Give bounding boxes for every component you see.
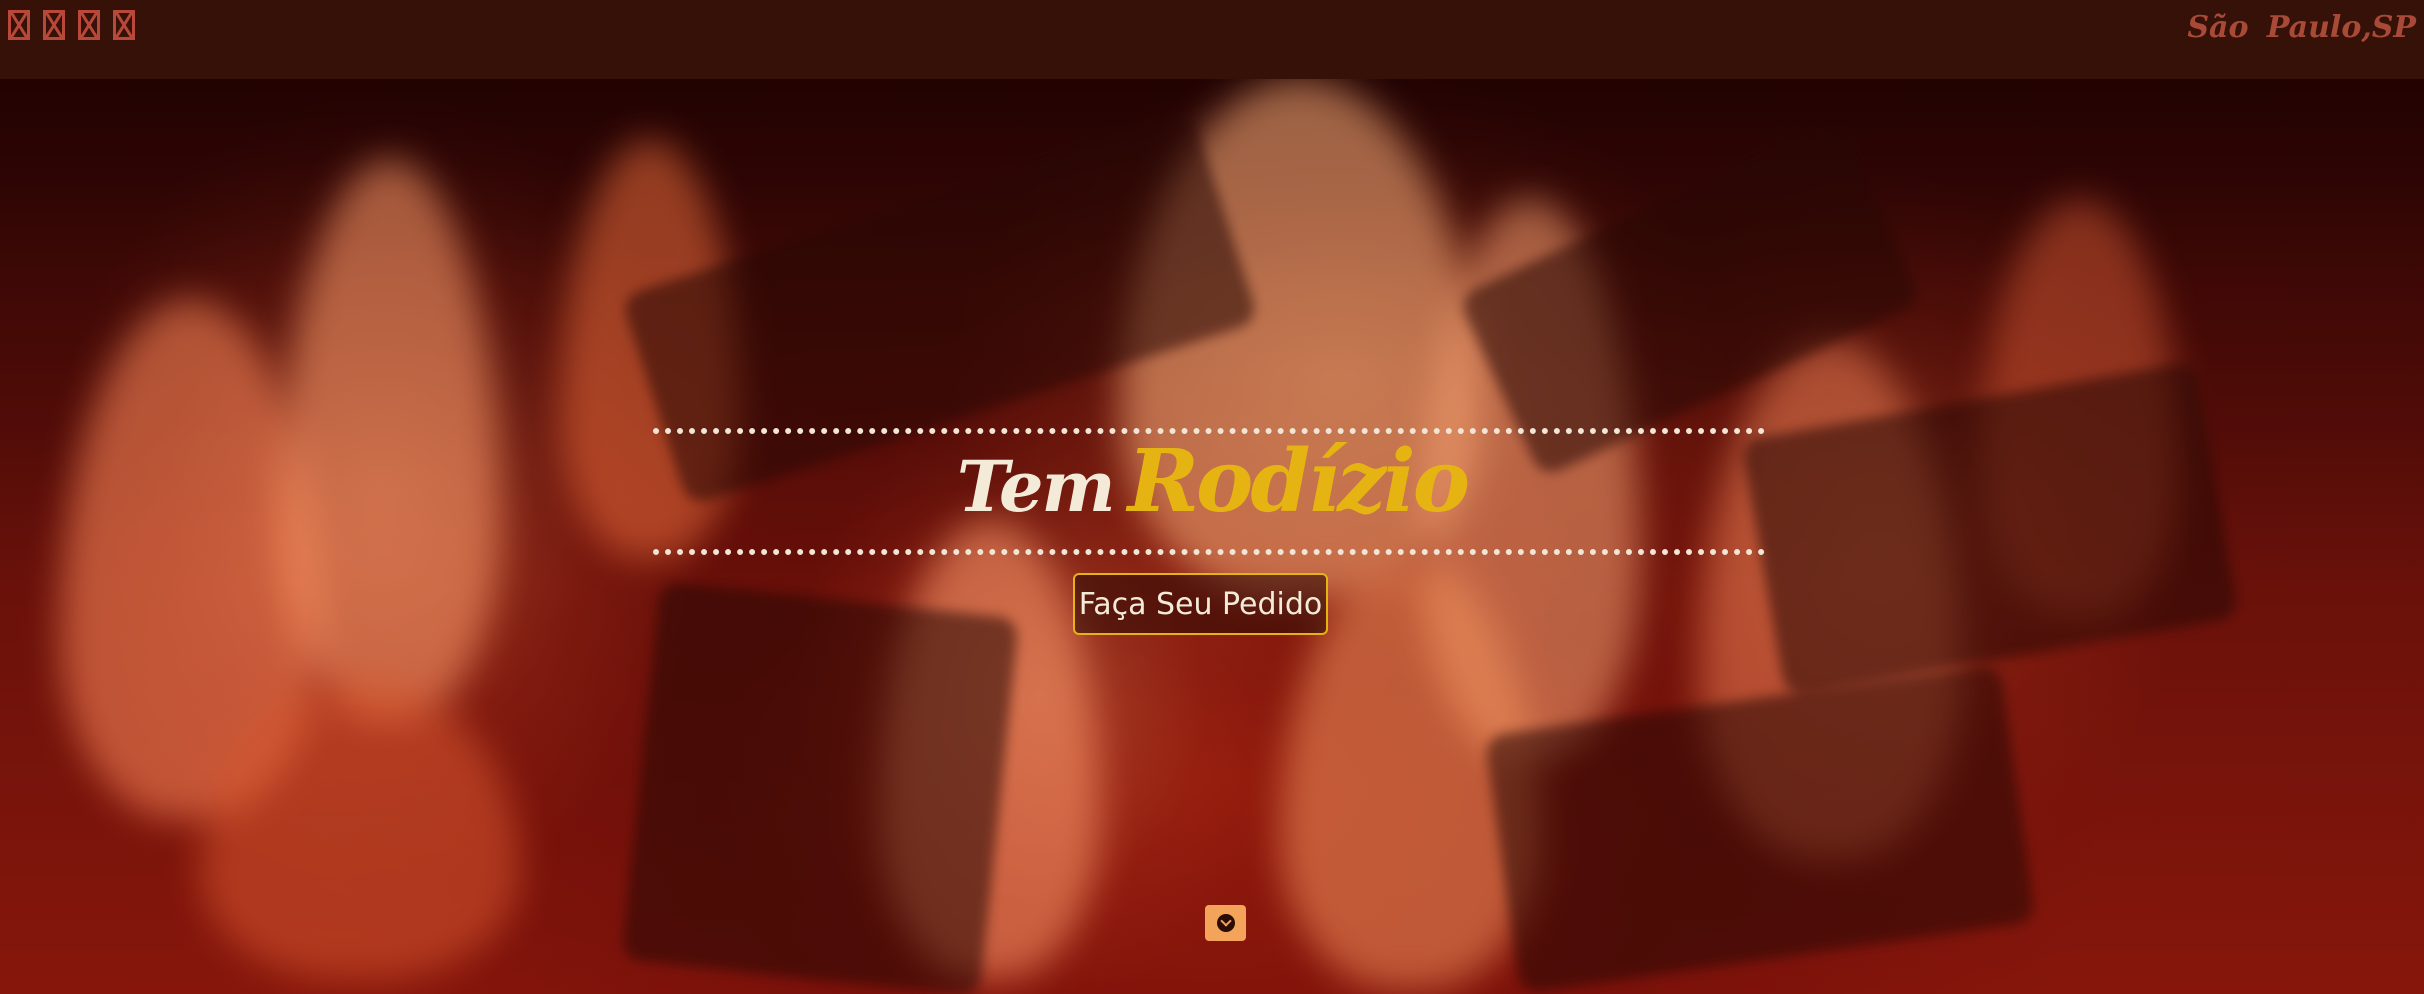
dotted-divider-bottom xyxy=(653,549,1765,555)
page: São Paulo,SP Tem Rodízio Faça Seu Pedido xyxy=(0,0,2424,994)
social-links xyxy=(8,10,135,40)
scroll-down-button[interactable] xyxy=(1205,905,1246,941)
location-text: São Paulo,SP xyxy=(2187,10,2416,45)
missing-glyph-icon[interactable] xyxy=(8,10,30,40)
hero-title-word-2: Rodízio xyxy=(1127,431,1471,532)
hero-title: Tem Rodízio xyxy=(0,439,2424,525)
missing-glyph-icon[interactable] xyxy=(113,10,135,40)
hero-section: Tem Rodízio Faça Seu Pedido xyxy=(0,79,2424,994)
order-button[interactable]: Faça Seu Pedido xyxy=(1073,573,1328,635)
missing-glyph-icon[interactable] xyxy=(43,10,65,40)
missing-glyph-icon[interactable] xyxy=(78,10,100,40)
hero-content: Tem Rodízio Faça Seu Pedido xyxy=(0,79,2424,994)
chevron-down-circle-icon xyxy=(1216,914,1235,932)
top-bar: São Paulo,SP xyxy=(0,0,2424,79)
hero-title-word-1: Tem xyxy=(956,445,1116,528)
